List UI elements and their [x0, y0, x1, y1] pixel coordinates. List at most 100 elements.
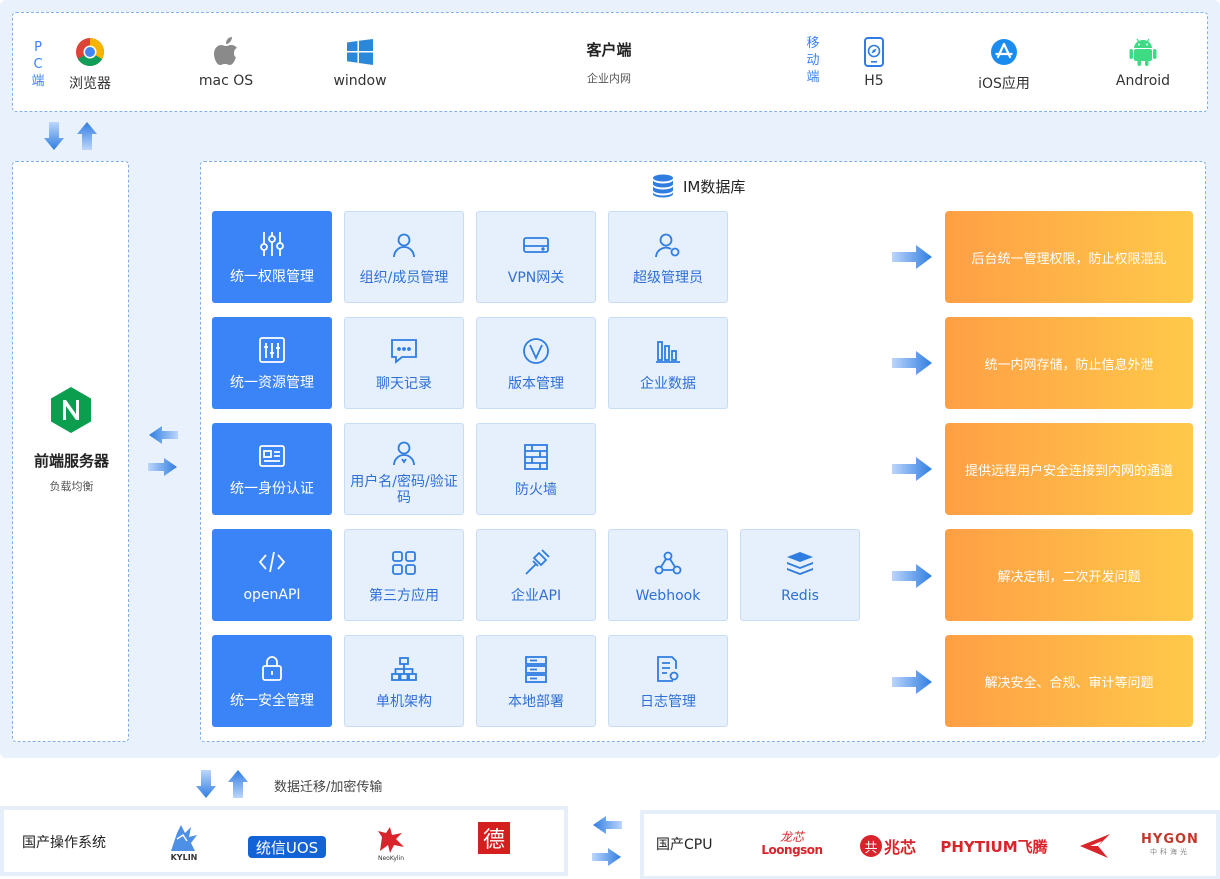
os-title: 国产操作系统	[22, 835, 106, 851]
row5-description: 解决安全、合规、审计等问题	[945, 635, 1193, 727]
client-front-arrows	[44, 122, 97, 150]
os-cpu-arrows	[592, 816, 622, 866]
row3-main-label: 统一身份认证	[230, 481, 314, 497]
row2-main-label: 统一资源管理	[230, 375, 314, 391]
row2-description: 统一内网存储，防止信息外泄	[945, 317, 1193, 409]
id-card-icon	[212, 441, 332, 471]
loongson-logo: 龙芯 Loongson	[761, 830, 823, 857]
plug-icon	[477, 548, 595, 578]
im-title: IM数据库	[683, 178, 746, 196]
cell-label: 单机架构	[376, 694, 432, 710]
cell-webhook: Webhook	[608, 529, 728, 621]
uos-logo: 统信UOS	[248, 836, 326, 858]
database-icon	[653, 174, 673, 198]
domestic-os-section: 国产操作系统 KYLIN 统信UOS NeoKylin 德	[0, 806, 568, 876]
cell-enterprise-api: 企业API	[476, 529, 596, 621]
sunway-logo	[1080, 834, 1110, 858]
sliders-icon	[212, 229, 332, 259]
neokylin-logo: NeoKylin	[368, 818, 414, 868]
cell-label: 聊天记录	[376, 376, 432, 392]
client-section: PC端 浏览器 mac OS window 客户端 企业内网 移 动 端 H5 …	[12, 12, 1208, 112]
zhaoxin-logo: 共 兆芯	[856, 832, 920, 860]
client-title: 客户端 企业内网	[586, 41, 632, 85]
cell-label: VPN网关	[507, 270, 565, 286]
row2-arrow	[892, 351, 932, 375]
frontend-server-section: 前端服务器 负载均衡	[12, 161, 129, 742]
equalizer-icon	[212, 335, 332, 365]
firewall-icon	[477, 442, 595, 472]
cell-enterprise-data: 企业数据	[608, 317, 728, 409]
row5-arrow	[892, 670, 932, 694]
cell-super-admin: 超级管理员	[608, 211, 728, 303]
row4-main: openAPI	[212, 529, 332, 621]
migration-arrows	[196, 770, 248, 798]
lock-icon	[212, 653, 332, 683]
row4-main-label: openAPI	[243, 587, 301, 603]
phytium-logo: PHYTIUM飞腾	[940, 837, 1048, 856]
code-icon	[212, 547, 332, 577]
mobile-h5-icon	[829, 37, 919, 67]
cell-label: Webhook	[635, 588, 701, 604]
cell-label: 企业数据	[640, 376, 696, 392]
client-android: Android	[1098, 37, 1188, 89]
domestic-cpu-section: 国产CPU 龙芯 Loongson 共 兆芯 PHYTIUM飞腾 HYGON 中…	[640, 810, 1220, 879]
chrome-icon	[45, 37, 135, 67]
redis-icon	[741, 548, 859, 578]
row4-arrow	[892, 564, 932, 588]
row2-main: 统一资源管理	[212, 317, 332, 409]
apple-icon	[181, 37, 271, 67]
cell-local-deploy: 本地部署	[476, 635, 596, 727]
cell-credentials: 用户名/密码/验证码	[344, 423, 464, 515]
cell-redis: Redis	[740, 529, 860, 621]
hygon-logo: HYGON 中科海光	[1141, 832, 1199, 857]
row3-description: 提供远程用户安全连接到内网的通道	[945, 423, 1193, 515]
nginx-icon	[51, 387, 91, 433]
version-icon	[477, 336, 595, 366]
row3-arrow	[892, 457, 932, 481]
cell-label: Redis	[781, 588, 819, 604]
client-ios: iOS应用	[959, 37, 1049, 93]
row1-main: 统一权限管理	[212, 211, 332, 303]
cell-label: 防火墙	[515, 482, 557, 498]
client-macos: mac OS	[181, 37, 271, 89]
cell-third-party: 第三方应用	[344, 529, 464, 621]
user-auth-icon	[345, 438, 463, 468]
row1-description: 后台统一管理权限，防止权限混乱	[945, 211, 1193, 303]
user-icon	[345, 230, 463, 260]
front-im-arrows	[148, 426, 178, 476]
row1-main-label: 统一权限管理	[230, 269, 314, 285]
row1-arrow	[892, 245, 932, 269]
hygon-logo-mark: 中科海光	[1150, 848, 1190, 856]
frontend-subtitle: 负载均衡	[49, 480, 94, 493]
cell-label: 超级管理员	[633, 270, 703, 286]
row3-main: 统一身份认证	[212, 423, 332, 515]
loongson-logo-mark: 龙芯	[779, 830, 804, 844]
cell-label: 本地部署	[508, 694, 564, 710]
deepin-de-logo: 德	[478, 822, 510, 854]
cell-version: 版本管理	[476, 317, 596, 409]
pc-label: PC端	[31, 40, 45, 89]
cell-firewall: 防火墙	[476, 423, 596, 515]
row4-description: 解决定制，二次开发问题	[945, 529, 1193, 621]
row5-main: 统一安全管理	[212, 635, 332, 727]
mobile-label: 移动端	[806, 36, 820, 85]
cell-vpn: VPN网关	[476, 211, 596, 303]
row5-main-label: 统一安全管理	[230, 693, 314, 709]
app-store-icon	[959, 37, 1049, 67]
client-browser: 浏览器	[45, 37, 135, 93]
cell-label: 企业API	[510, 588, 562, 604]
server-icon	[477, 654, 595, 684]
apps-grid-icon	[345, 548, 463, 578]
migration-label: 数据迁移/加密传输	[274, 780, 383, 795]
cpu-title: 国产CPU	[656, 837, 713, 853]
frontend-title: 前端服务器	[33, 452, 109, 470]
client-h5: H5	[829, 37, 919, 89]
cell-standalone: 单机架构	[344, 635, 464, 727]
cell-org-members: 组织/成员管理	[344, 211, 464, 303]
webhook-icon	[609, 548, 727, 578]
chat-icon	[345, 336, 463, 366]
kylin-logo: KYLIN	[162, 818, 206, 866]
windows-icon	[315, 37, 405, 67]
zhaoxin-logo-mark: 共	[859, 835, 882, 857]
android-icon	[1098, 37, 1188, 67]
